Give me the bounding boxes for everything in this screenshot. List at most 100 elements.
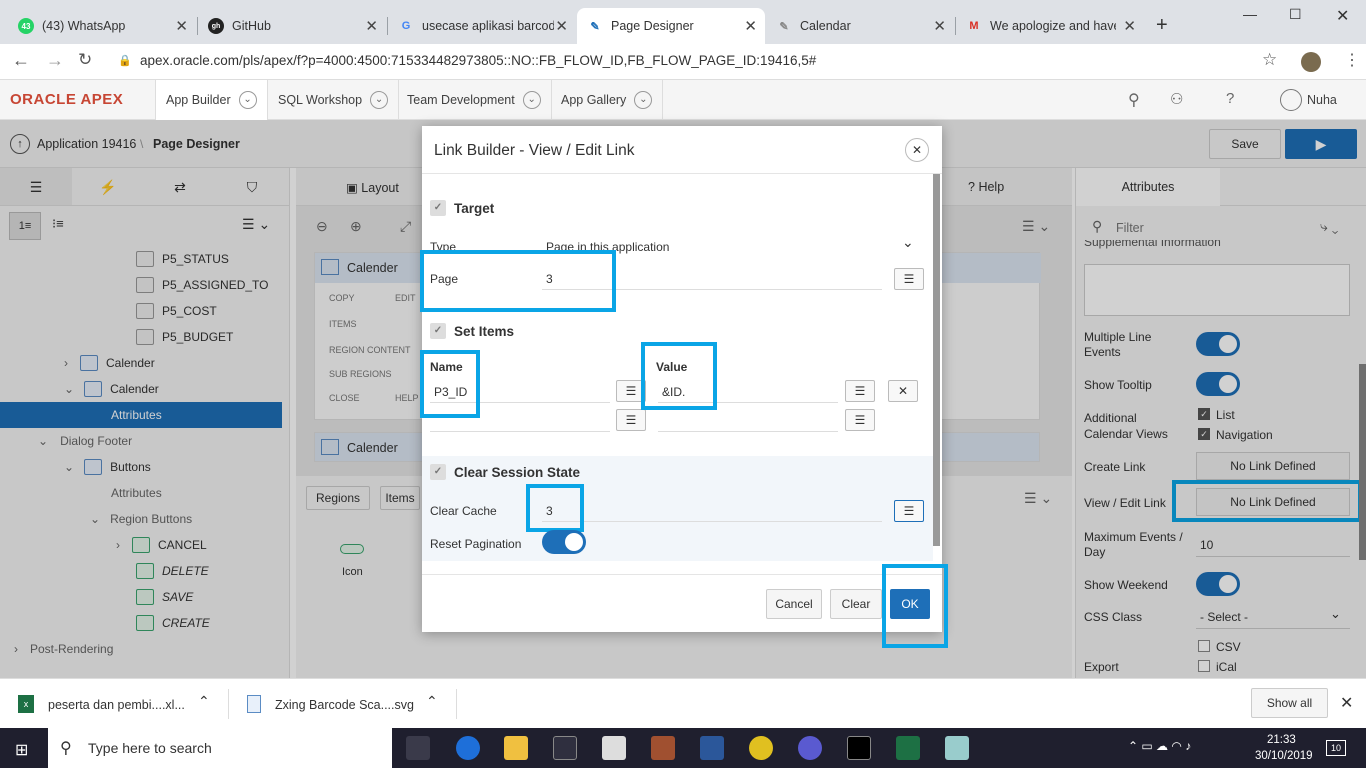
list-icon[interactable]: ☰ (845, 380, 875, 402)
tab-label: We apologize and have (990, 19, 1116, 33)
link-builder-dialog: Link Builder - View / Edit Link ✕ ✓ Targe… (420, 126, 948, 648)
highlight-clear-cache (526, 484, 584, 532)
app-icon[interactable] (651, 736, 675, 760)
nav-team-development[interactable]: Team Development ⌄ (397, 80, 552, 120)
nav-label: Team Development (407, 93, 515, 107)
highlight-page (420, 250, 616, 312)
mail-icon[interactable] (602, 736, 626, 760)
close-icon[interactable]: ✕ (744, 17, 757, 35)
back-icon[interactable]: ← (12, 50, 30, 71)
tray-icons[interactable]: ⌃ ▭ ☁ ◠ ♪ (1128, 739, 1191, 753)
profile-avatar[interactable] (1301, 52, 1321, 72)
clear-session-section-header[interactable]: ✓ Clear Session State (430, 464, 580, 480)
clear-button[interactable]: Clear (830, 589, 882, 619)
store-icon[interactable] (553, 736, 577, 760)
tab-label: GitHub (232, 19, 271, 33)
search-icon[interactable]: ⚲ (1128, 90, 1140, 110)
close-icon[interactable]: ✕ (555, 17, 568, 35)
github-icon: gh (208, 18, 224, 34)
star-icon[interactable]: ☆ (1262, 50, 1277, 70)
download-item-2[interactable]: Zxing Barcode Sca....svg (275, 698, 414, 712)
windows-start-icon[interactable]: ⊞ (15, 740, 28, 760)
set-items-section-header[interactable]: ✓ Set Items (430, 323, 514, 339)
collapse-icon[interactable]: ✓ (430, 464, 446, 480)
tab-whatsapp[interactable]: 43 (43) WhatsApp ✕ (8, 8, 196, 44)
list-icon[interactable]: ☰ (894, 268, 924, 290)
list-icon[interactable]: ☰ (894, 500, 924, 522)
maximize-icon[interactable]: ☐ (1289, 6, 1302, 23)
word-icon[interactable] (700, 736, 724, 760)
svg-file-icon (247, 695, 261, 713)
tab-google[interactable]: G usecase aplikasi barcod ✕ (388, 8, 576, 44)
taskbar-search[interactable]: ⚲ Type here to search (48, 728, 392, 768)
nav-sql-workshop[interactable]: SQL Workshop ⌄ (268, 80, 400, 120)
chevron-up-icon[interactable]: ⌃ (426, 693, 438, 710)
admin-icon[interactable]: ⚇ (1170, 90, 1183, 108)
clock-time[interactable]: 21:33 (1267, 734, 1296, 746)
tab-label: Calendar (800, 19, 851, 33)
clock-date[interactable]: 30/10/2019 (1255, 750, 1313, 762)
close-icon[interactable]: ✕ (175, 17, 188, 35)
nav-app-gallery[interactable]: App Gallery ⌄ (551, 80, 664, 120)
highlight-ok (882, 564, 948, 648)
google-icon: G (401, 20, 411, 32)
list-icon[interactable]: ☰ (845, 409, 875, 431)
dialog-header: Link Builder - View / Edit Link ✕ (422, 126, 942, 174)
app-icon[interactable] (798, 736, 822, 760)
user-name[interactable]: Nuha (1307, 93, 1337, 107)
chevron-down-icon[interactable]: ⌄ (902, 234, 914, 251)
chevron-up-icon[interactable]: ⌃ (198, 693, 210, 710)
close-window-icon[interactable]: ✕ (1336, 6, 1349, 26)
section-title: Target (454, 200, 495, 216)
tab-github[interactable]: gh GitHub ✕ (198, 8, 386, 44)
tab-label: Page Designer (611, 19, 694, 33)
terminal-icon[interactable] (847, 736, 871, 760)
close-icon[interactable]: ✕ (365, 17, 378, 35)
tab-gmail[interactable]: M We apologize and have ✕ (956, 8, 1144, 44)
section-title: Set Items (454, 323, 515, 339)
reload-icon[interactable]: ↻ (78, 50, 92, 70)
field-underline (430, 431, 610, 432)
chevron-down-icon[interactable]: ⌄ (370, 91, 389, 109)
user-icon[interactable] (1280, 89, 1302, 111)
download-item-1[interactable]: peserta dan pembi....xl... (48, 698, 185, 712)
list-icon[interactable]: ☰ (616, 409, 646, 431)
show-all-button[interactable]: Show all (1251, 688, 1328, 718)
notepad-icon[interactable] (945, 736, 969, 760)
chevron-down-icon[interactable]: ⌄ (522, 91, 541, 109)
highlight-name (420, 350, 480, 418)
minimize-icon[interactable]: — (1243, 6, 1257, 22)
chrome-icon[interactable] (749, 736, 773, 760)
close-icon[interactable]: ✕ (1340, 693, 1353, 713)
downloads-bar: x peserta dan pembi....xl... ⌃ Zxing Bar… (0, 678, 1366, 728)
file-explorer-icon[interactable] (504, 736, 528, 760)
url-field[interactable]: apex.oracle.com/pls/apex/f?p=4000:4500:7… (140, 53, 816, 68)
tab-page-designer[interactable]: ✎ Page Designer ✕ (577, 8, 765, 44)
menu-icon[interactable]: ⋮ (1344, 50, 1360, 70)
collapse-icon[interactable]: ✓ (430, 200, 446, 216)
tab-calendar[interactable]: ✎ Calendar ✕ (766, 8, 954, 44)
excel-icon[interactable] (896, 736, 920, 760)
close-icon[interactable]: ✕ (1123, 17, 1136, 35)
notification-icon[interactable]: 10 (1326, 740, 1346, 756)
collapse-icon[interactable]: ✓ (430, 323, 446, 339)
section-title: Clear Session State (454, 464, 581, 480)
close-icon[interactable]: ✕ (933, 17, 946, 35)
field-underline (658, 431, 838, 432)
chevron-down-icon[interactable]: ⌄ (238, 91, 257, 109)
new-tab-icon[interactable]: + (1156, 14, 1168, 37)
edge-icon[interactable] (456, 736, 480, 760)
forward-icon[interactable]: → (46, 50, 64, 71)
remove-icon[interactable]: ✕ (888, 380, 918, 402)
close-icon[interactable]: ✕ (905, 138, 929, 162)
apex-logo[interactable]: ORACLE APEX (10, 91, 123, 108)
target-section-header[interactable]: ✓ Target (430, 200, 494, 216)
cancel-button[interactable]: Cancel (766, 589, 822, 619)
task-view-icon[interactable] (406, 736, 430, 760)
dialog-scrollbar[interactable] (933, 174, 940, 546)
nav-app-builder[interactable]: App Builder ⌄ (155, 80, 268, 120)
chevron-down-icon[interactable]: ⌄ (634, 91, 653, 109)
reset-pagination-toggle[interactable] (542, 530, 586, 554)
help-icon[interactable]: ? (1226, 90, 1234, 107)
browser-tab-bar: 43 (43) WhatsApp ✕ gh GitHub ✕ G usecase… (0, 0, 1366, 50)
